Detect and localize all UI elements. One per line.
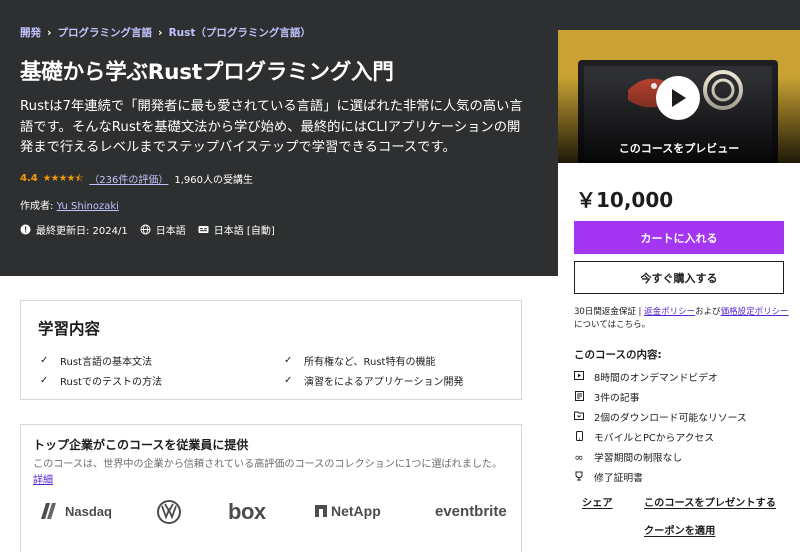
includes-item: ∞ 学習期間の制限なし: [574, 450, 683, 465]
article-icon: [574, 390, 584, 404]
trophy-icon: [574, 471, 584, 484]
eventbrite-logo: eventbrite: [435, 503, 507, 520]
infinity-icon: ∞: [574, 450, 584, 464]
preview-label: このコースをプレビュー: [618, 142, 740, 155]
eventbrite-logo-text: eventbrite: [435, 503, 507, 520]
includes-item: 8時間のオンデマンドビデオ: [574, 370, 718, 384]
last-updated: 最終更新日: 2024/1: [36, 226, 128, 237]
check-icon: ✓: [40, 355, 49, 366]
includes-item-text: 修了証明書: [594, 473, 643, 484]
globe-icon: [140, 224, 151, 235]
nasdaq-logo-text: Nasdaq: [65, 503, 112, 519]
business-text: このコースは、世界中の企業から信頼されている高評価のコースのコレクションに1つに…: [33, 459, 503, 470]
guarantee-text: 30日間返金保証 |: [574, 307, 645, 317]
rating-value: 4.4: [20, 173, 38, 184]
learn-item-text: Rustでのテストの方法: [60, 377, 162, 388]
star-rating-icon: ★★★★⯪: [42, 172, 84, 184]
breadcrumb: 開発 › プログラミング言語 › Rust（プログラミング言語）: [20, 24, 540, 40]
learn-item: ✓ Rust言語の基本文法: [40, 353, 152, 368]
buy-now-button[interactable]: 今すぐ購入する: [574, 261, 784, 294]
chevron-right-icon: ›: [158, 25, 163, 39]
learn-item-text: 所有権など、Rust特有の機能: [304, 357, 436, 368]
creator-row: 作成者: Yu Shinozaki: [20, 197, 540, 213]
includes-item-text: 3件の記事: [594, 393, 640, 404]
pricing-policy-link[interactable]: 価格設定ポリシー: [721, 307, 789, 317]
includes-item: 2個のダウンロード可能なリソース: [574, 410, 747, 424]
includes-item: 3件の記事: [574, 390, 639, 404]
check-icon: ✓: [40, 375, 49, 386]
play-icon: [672, 89, 686, 107]
learn-item: ✓ 演習をによるアプリケーション開発: [284, 373, 464, 388]
apply-coupon-button[interactable]: クーポンを適用: [644, 522, 715, 537]
course-meta: 最終更新日: 2024/1 日本語 日本語 [自動]: [20, 222, 540, 238]
check-icon: ✓: [284, 355, 293, 366]
add-to-cart-button[interactable]: カートに入れる: [574, 221, 784, 254]
download-folder-icon: [574, 411, 584, 423]
includes-item-text: 8時間のオンデマンドビデオ: [594, 373, 718, 384]
captions-icon: [198, 224, 209, 235]
play-button[interactable]: [656, 76, 700, 120]
guarantee-and: および: [695, 307, 721, 317]
business-details-link[interactable]: 詳細: [33, 471, 53, 486]
netapp-logo-text: NetApp: [331, 503, 381, 519]
creator-label: 作成者:: [20, 200, 54, 212]
netapp-logo: NetApp: [315, 503, 381, 519]
mobile-icon: [574, 430, 584, 444]
rating-count-link[interactable]: （236件の評価）: [89, 171, 168, 186]
page-title: 基礎から学ぶRustプログラミング入門: [20, 60, 394, 85]
includes-item-text: 2個のダウンロード可能なリソース: [594, 413, 747, 424]
captions-language: 日本語 [自動]: [213, 226, 275, 237]
money-back-guarantee: 30日間返金保証 | 返金ポリシーおよび価格設定ポリシーについてはこちら。: [574, 306, 789, 332]
guarantee-suffix: についてはこちら。: [574, 320, 651, 330]
includes-item: モバイルとPCからアクセス: [574, 430, 714, 444]
includes-title: このコースの内容:: [574, 349, 662, 361]
breadcrumb-item[interactable]: プログラミング言語: [58, 25, 153, 40]
learn-title: 学習内容: [38, 320, 101, 338]
includes-item-text: 学習期間の制限なし: [594, 453, 683, 464]
what-you-will-learn: 学習内容 ✓ Rust言語の基本文法 ✓ 所有権など、Rust特有の機能 ✓ R…: [20, 300, 522, 400]
course-description: Rustは7年連続で「開発者に最も愛されている言語」に選ばれた非常に人気の高い言…: [20, 99, 523, 155]
includes-item: 修了証明書: [574, 470, 643, 484]
rating-row: 4.4 ★★★★⯪ （236件の評価） 1,960人の受講生: [20, 171, 540, 187]
learn-item: ✓ 所有権など、Rust特有の機能: [284, 353, 435, 368]
learn-item-text: Rust言語の基本文法: [60, 357, 152, 368]
nasdaq-logo: Nasdaq: [41, 503, 112, 519]
box-logo: box: [228, 499, 266, 525]
check-icon: ✓: [284, 375, 293, 386]
student-count: 1,960人の受講生: [174, 175, 254, 186]
refund-policy-link[interactable]: 返金ポリシー: [644, 307, 695, 317]
breadcrumb-item[interactable]: 開発: [20, 25, 41, 40]
business-title: トップ企業がこのコースを従業員に提供: [33, 438, 249, 452]
course-preview[interactable]: このコースをプレビュー: [558, 30, 800, 163]
course-price: ￥10,000: [576, 188, 674, 212]
gift-course-button[interactable]: このコースをプレゼントする: [644, 494, 776, 509]
purchase-sidebar: このコースをプレビュー ￥10,000 カートに入れる 今すぐ購入する 30日間…: [558, 30, 800, 552]
course-language: 日本語: [155, 226, 186, 237]
creator-link[interactable]: Yu Shinozaki: [57, 201, 119, 212]
volkswagen-logo: [157, 500, 181, 524]
video-icon: [574, 371, 584, 383]
breadcrumb-item[interactable]: Rust（プログラミング言語）: [169, 25, 311, 40]
box-logo-text: box: [228, 499, 266, 524]
business-banner: トップ企業がこのコースを従業員に提供 このコースは、世界中の企業から信頼されてい…: [20, 424, 522, 552]
share-button[interactable]: シェア: [582, 494, 613, 509]
learn-item-text: 演習をによるアプリケーション開発: [304, 377, 464, 388]
chevron-right-icon: ›: [47, 25, 52, 39]
learn-item: ✓ Rustでのテストの方法: [40, 373, 162, 388]
alert-icon: [20, 224, 31, 235]
includes-item-text: モバイルとPCからアクセス: [594, 433, 715, 444]
